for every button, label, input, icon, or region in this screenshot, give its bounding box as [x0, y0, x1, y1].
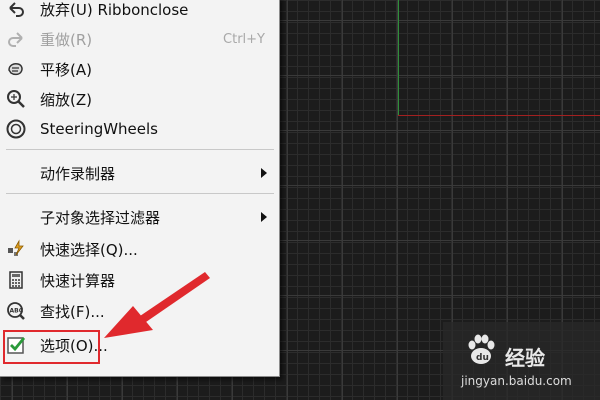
watermark-brand: 经验	[505, 346, 545, 370]
svg-text:du: du	[476, 353, 489, 363]
baidu-jingyan-watermark: du 经验 jingyan.baidu.com	[443, 322, 600, 400]
baidu-paw-logo-icon: du	[468, 334, 495, 364]
watermark-url: jingyan.baidu.com	[461, 374, 572, 388]
